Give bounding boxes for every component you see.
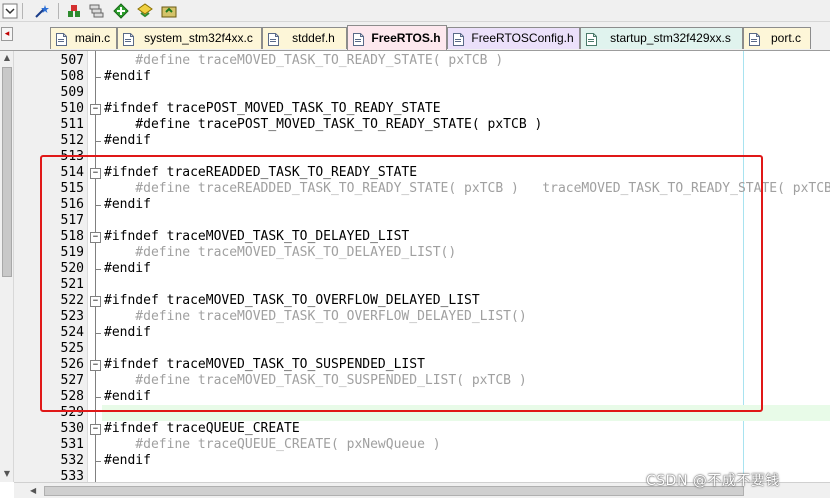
- toolbar-separator: [22, 3, 23, 19]
- code-text: #ifndef tracePOST_MOVED_TASK_TO_READY_ST…: [104, 101, 441, 116]
- batch-build-icon[interactable]: [88, 3, 104, 19]
- code-text: #define traceQUEUE_CREATE( pxNewQueue ): [104, 437, 441, 452]
- code-line[interactable]: 510− #ifndef tracePOST_MOVED_TASK_TO_READ…: [0, 101, 830, 117]
- tab-startup-stm32f429xx-s[interactable]: startup_stm32f429xx.s: [580, 27, 743, 49]
- highlight-annotation-box: [40, 155, 763, 412]
- tab-freertos-h[interactable]: FreeRTOS.h: [347, 25, 447, 50]
- code-line[interactable]: 531 #define traceQUEUE_CREATE( pxNewQueu…: [0, 437, 830, 453]
- code-line[interactable]: 507 #define traceMOVED_TASK_TO_READY_STA…: [0, 53, 830, 69]
- tab-main-c[interactable]: main.c: [50, 27, 117, 49]
- c-file-icon: [749, 32, 760, 46]
- code-line[interactable]: 530− #ifndef traceQUEUE_CREATE: [0, 421, 830, 437]
- build-target-icon[interactable]: [66, 3, 82, 19]
- c-file-icon: [123, 32, 134, 46]
- code-line[interactable]: 512 #endif: [0, 133, 830, 149]
- tab-freertosconfig-h[interactable]: FreeRTOSConfig.h: [447, 27, 580, 49]
- fold-toggle-icon[interactable]: −: [90, 424, 101, 435]
- line-number: 510: [60, 101, 84, 116]
- line-number: 507: [60, 53, 84, 68]
- tab-label: port.c: [770, 31, 801, 45]
- fold-end-marker: [95, 77, 101, 78]
- toolbar-separator: [58, 3, 59, 19]
- translate-icon[interactable]: [113, 3, 129, 19]
- c-file-icon: [56, 32, 67, 46]
- line-number: 532: [60, 453, 84, 468]
- h-file-icon: [453, 32, 464, 46]
- tab-port-c[interactable]: port.c: [743, 27, 811, 49]
- fold-toggle-icon[interactable]: −: [90, 104, 101, 115]
- fold-end-marker: [95, 461, 101, 462]
- load-icon[interactable]: [161, 3, 177, 19]
- h-file-icon: [268, 32, 279, 46]
- scroll-left-icon[interactable]: ◀: [30, 485, 42, 497]
- code-text: #define traceMOVED_TASK_TO_READY_STATE( …: [104, 53, 504, 68]
- code-text: #endif: [104, 133, 151, 148]
- tab-label: main.c: [74, 31, 111, 45]
- line-number: 531: [60, 437, 84, 452]
- code-text: #endif: [104, 453, 151, 468]
- tab-stddef-h[interactable]: stddef.h: [262, 27, 347, 49]
- code-line[interactable]: 508 #endif: [0, 69, 830, 85]
- horizontal-scroll-thumb[interactable]: [44, 486, 744, 496]
- code-text: #ifndef traceQUEUE_CREATE: [104, 421, 300, 436]
- code-line[interactable]: 532 #endif: [0, 453, 830, 469]
- fold-end-marker: [95, 141, 101, 142]
- tab-bar: ◂ main.c system_stm32f4xx.c stddef.h FreeRT…: [0, 22, 830, 50]
- line-number: 509: [60, 85, 84, 100]
- code-line[interactable]: 511 #define tracePOST_MOVED_TASK_TO_READ…: [0, 117, 830, 133]
- line-number: 530: [60, 421, 84, 436]
- tab-scroll-left-icon[interactable]: ◂: [1, 27, 13, 41]
- line-number: 512: [60, 133, 84, 148]
- code-line[interactable]: 509: [0, 85, 830, 101]
- asm-file-icon: [586, 32, 597, 46]
- tab-system-stm32f4xx-c[interactable]: system_stm32f4xx.c: [117, 27, 262, 49]
- code-text: #define tracePOST_MOVED_TASK_TO_READY_ST…: [104, 117, 543, 132]
- rebuild-icon[interactable]: [137, 3, 153, 19]
- wand-icon[interactable]: [34, 3, 50, 19]
- tab-label: FreeRTOSConfig.h: [471, 31, 574, 45]
- tab-label: stddef.h: [292, 31, 335, 45]
- toolbar: [0, 0, 830, 22]
- h-file-icon: [353, 32, 364, 46]
- line-number: 511: [60, 117, 84, 132]
- tab-label: startup_stm32f429xx.s: [610, 31, 731, 45]
- tab-label: FreeRTOS.h: [371, 31, 441, 45]
- code-text: #endif: [104, 69, 151, 84]
- dropdown-icon[interactable]: [2, 3, 18, 19]
- watermark: CSDN @不成不要钱: [646, 473, 780, 489]
- tab-label: system_stm32f4xx.c: [144, 31, 253, 45]
- line-number: 508: [60, 69, 84, 84]
